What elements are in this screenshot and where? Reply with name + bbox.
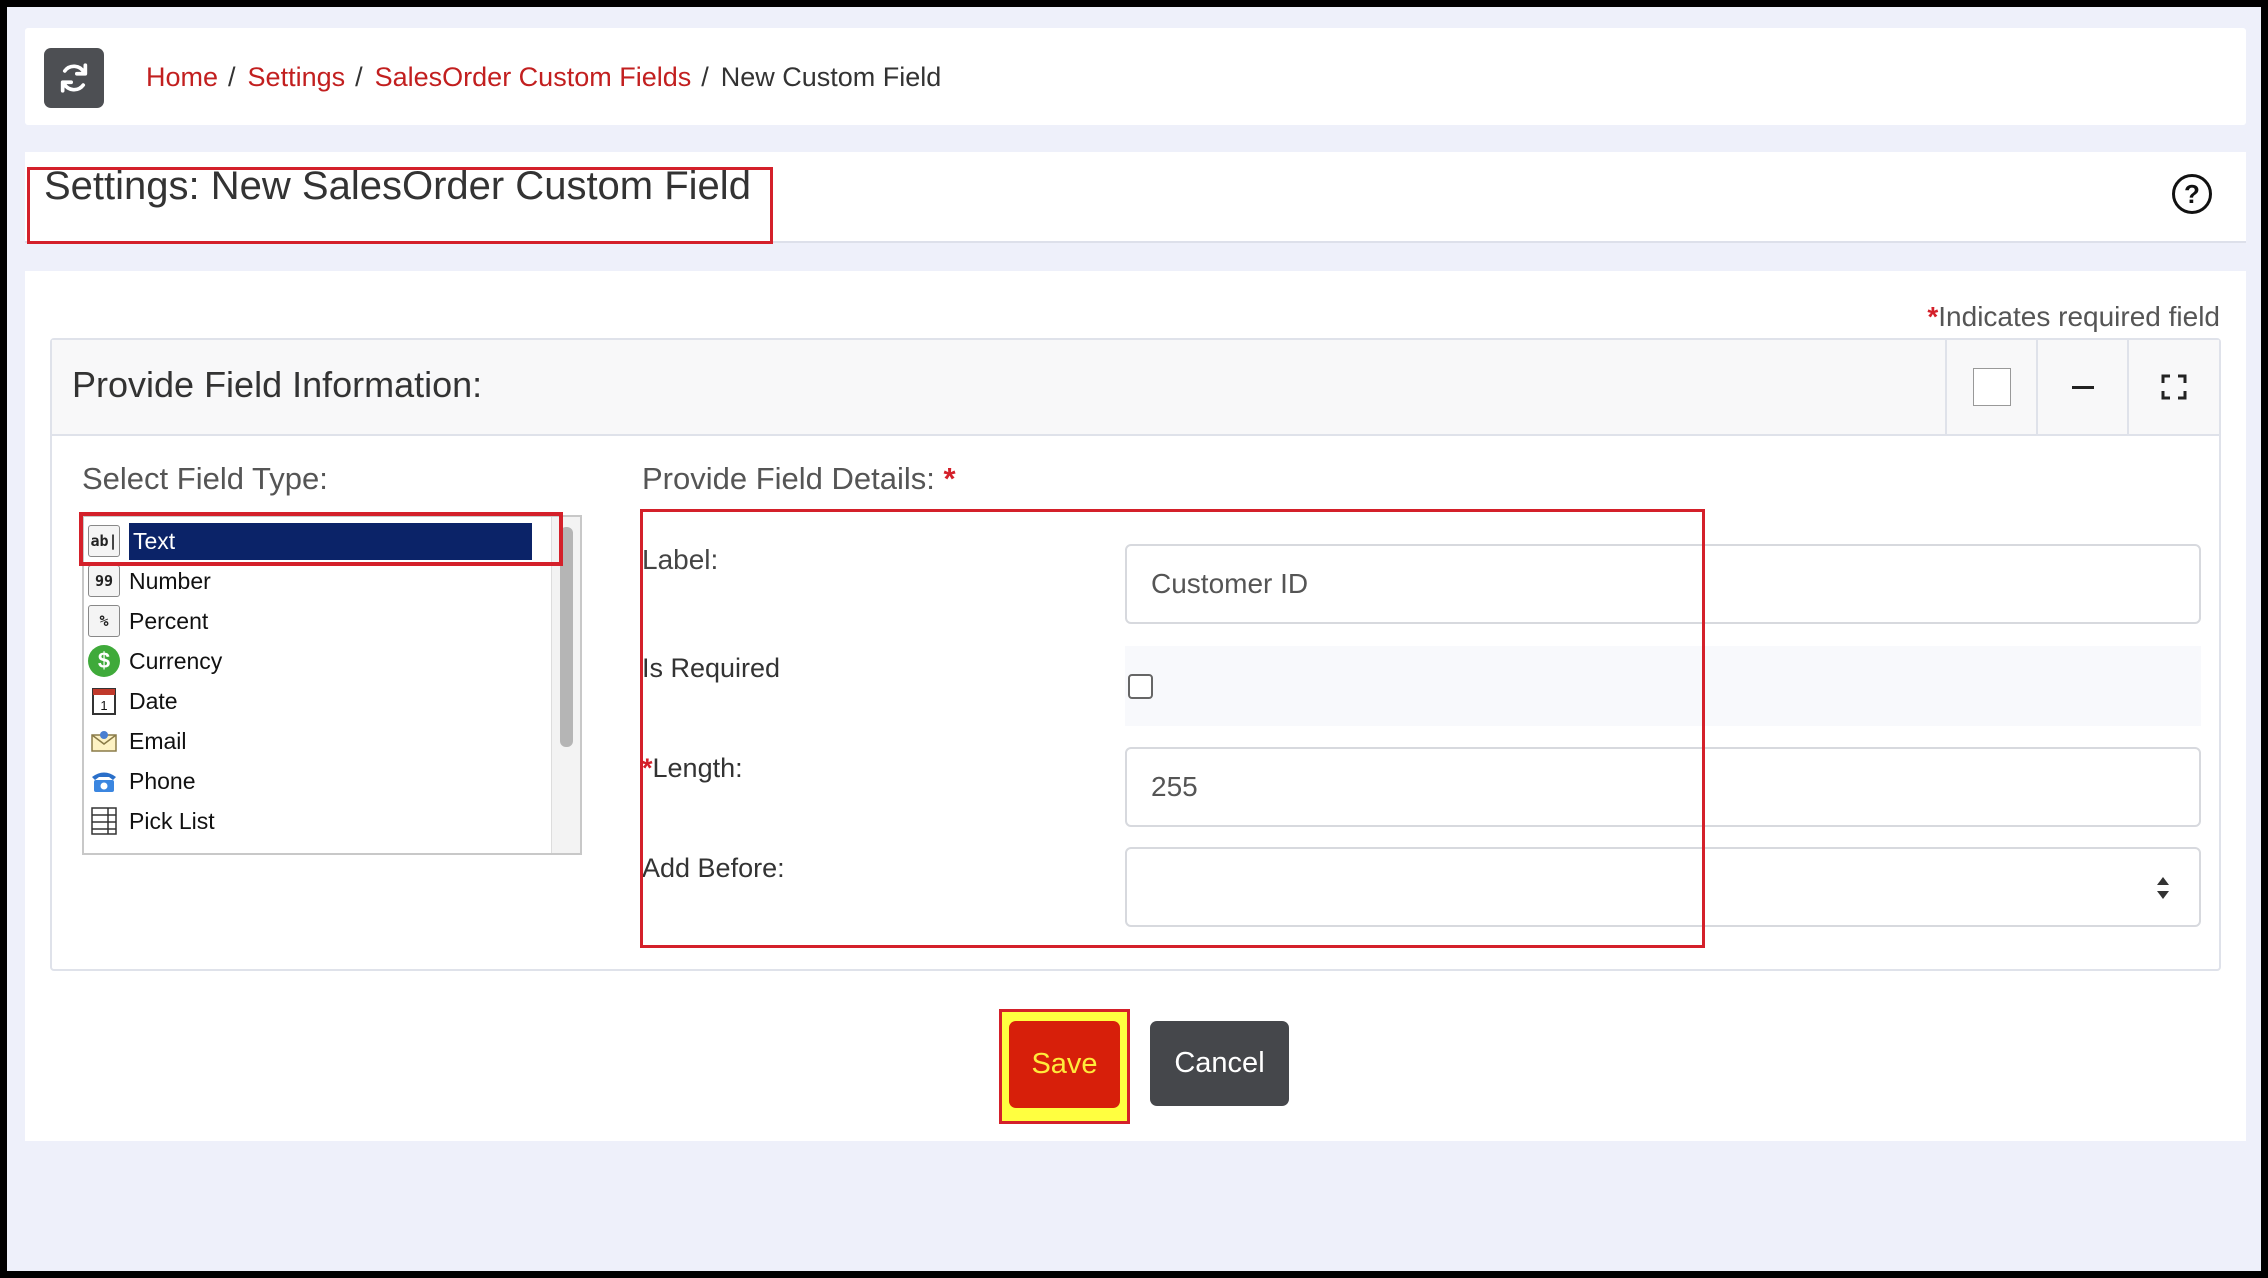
number-field-icon: 99 <box>88 565 120 597</box>
list-item-phone[interactable]: Phone <box>88 761 196 801</box>
list-item-label: Pick List <box>129 807 215 834</box>
breadcrumb-custom-fields-link[interactable]: SalesOrder Custom Fields <box>375 62 692 93</box>
panel-title: Provide Field Information: <box>72 364 483 405</box>
panel-square-button[interactable] <box>1945 340 2036 434</box>
panel-header: Provide Field Information: <box>52 340 2219 436</box>
expand-icon <box>2161 374 2187 400</box>
breadcrumb-current: New Custom Field <box>720 62 942 92</box>
list-item-label: Phone <box>129 767 196 794</box>
list-item-label: Number <box>129 567 211 594</box>
breadcrumb: Home / Settings / SalesOrder Custom Fiel… <box>146 62 941 93</box>
list-item-label: Email <box>129 727 187 754</box>
select-field-type-label: Select Field Type: <box>82 461 328 496</box>
list-item-label: Currency <box>129 647 223 674</box>
square-icon <box>1972 368 2011 406</box>
breadcrumb-bar: Home / Settings / SalesOrder Custom Fiel… <box>25 28 2246 125</box>
list-item-picklist[interactable]: Pick List <box>88 801 215 841</box>
panel-minimize-button[interactable] <box>2036 340 2127 434</box>
cancel-button[interactable]: Cancel <box>1150 1021 1289 1106</box>
field-info-panel: Provide Field Information: Select Field … <box>50 338 2221 971</box>
select-arrows-icon <box>2157 877 2169 899</box>
details-highlight-box <box>640 509 1705 948</box>
list-item-email[interactable]: Email <box>88 721 187 761</box>
save-button[interactable]: Save <box>1009 1021 1120 1108</box>
list-item-label: Date <box>129 687 178 714</box>
list-item-currency[interactable]: $ Currency <box>88 641 222 681</box>
breadcrumb-home-link[interactable]: Home <box>146 62 218 93</box>
currency-field-icon: $ <box>88 645 120 677</box>
content-card: *Indicates required field Provide Field … <box>25 271 2246 1141</box>
minimize-icon <box>2071 385 2094 389</box>
title-highlight-box <box>27 167 773 244</box>
panel-expand-button[interactable] <box>2127 340 2219 434</box>
list-item-date[interactable]: 1 Date <box>88 681 178 721</box>
field-details-heading: Provide Field Details: * <box>642 461 956 497</box>
breadcrumb-settings-link[interactable]: Settings <box>248 62 346 93</box>
required-star: * <box>943 461 956 496</box>
email-field-icon <box>88 725 120 757</box>
list-item-number[interactable]: 99 Number <box>88 561 211 601</box>
refresh-icon <box>60 63 88 93</box>
percent-field-icon: % <box>88 605 120 637</box>
app-frame: Home / Settings / SalesOrder Custom Fiel… <box>7 7 2261 1271</box>
breadcrumb-separator: / <box>228 62 236 92</box>
phone-field-icon <box>88 765 120 797</box>
required-field-note: *Indicates required field <box>1927 301 2220 333</box>
picklist-field-icon <box>88 805 120 837</box>
required-star: * <box>1927 301 1939 332</box>
list-scrollbar[interactable] <box>551 517 580 853</box>
list-item-percent[interactable]: % Percent <box>88 601 208 641</box>
svg-text:1: 1 <box>100 698 107 713</box>
required-note-text: Indicates required field <box>1938 301 2220 332</box>
page-header: Settings: New SalesOrder Custom Field ? <box>25 152 2246 244</box>
text-item-highlight-box <box>79 512 563 566</box>
help-button[interactable]: ? <box>2172 174 2212 214</box>
list-item-label: Percent <box>129 607 209 634</box>
date-field-icon: 1 <box>88 685 120 717</box>
refresh-button[interactable] <box>44 48 104 108</box>
help-icon: ? <box>2184 178 2200 209</box>
breadcrumb-separator: / <box>355 62 363 92</box>
field-details-heading-text: Provide Field Details: <box>642 461 935 496</box>
field-type-list[interactable]: ab| Text 99 Number % Percent $ Currency <box>82 515 582 855</box>
breadcrumb-separator: / <box>701 62 709 92</box>
